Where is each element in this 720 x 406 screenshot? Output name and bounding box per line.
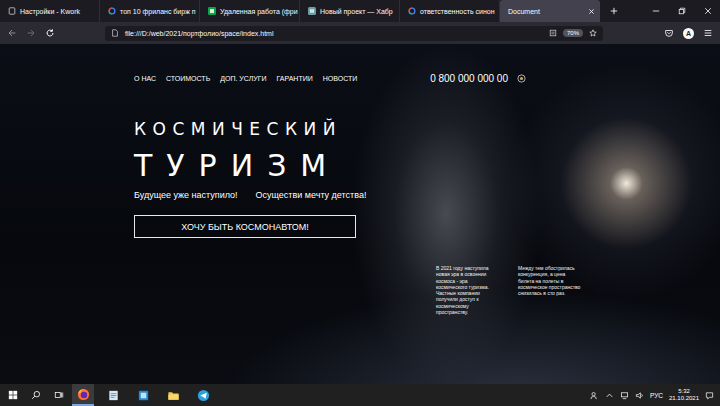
- firefox-icon: [77, 388, 90, 401]
- system-tray: РУС 5:32 21.10.2021: [590, 388, 720, 403]
- tab-label: Удаленная работа (фри: [220, 8, 298, 15]
- taskbar-app[interactable]: [72, 384, 94, 406]
- bookmark-star-icon[interactable]: [589, 29, 597, 37]
- cta-button[interactable]: ХОЧУ БЫТЬ КОСМОНАВТОМ!: [134, 215, 356, 238]
- taskbar: РУС 5:32 21.10.2021: [0, 384, 720, 406]
- browser-tab[interactable]: ответственность синон: [400, 0, 500, 22]
- tab-label: Настройки - Kwork: [20, 8, 94, 15]
- restore-icon[interactable]: [678, 7, 686, 15]
- close-window-icon[interactable]: [704, 7, 712, 15]
- browser-tab[interactable]: Document: [500, 0, 600, 22]
- address-bar[interactable]: file:///D:/web/2021/портфолио/space/inde…: [105, 26, 603, 41]
- telegram-icon: [197, 389, 210, 402]
- input-language[interactable]: РУС: [650, 392, 663, 399]
- back-arrow-icon[interactable]: [7, 28, 17, 38]
- new-tab-icon[interactable]: [610, 7, 618, 15]
- folder-icon: [167, 389, 180, 402]
- clock[interactable]: 5:32 21.10.2021: [669, 388, 699, 403]
- notepad-icon: [107, 389, 120, 402]
- browser-tab[interactable]: Настройки - Kwork: [0, 0, 100, 22]
- hero-title-line: ТУРИЗМ: [134, 151, 342, 181]
- nav-link[interactable]: ДОП. УСЛУГИ: [220, 75, 266, 82]
- tagline: Будущее уже наступило!: [134, 190, 238, 200]
- nav-toolbar: file:///D:/web/2021/портфолио/space/inde…: [0, 22, 720, 44]
- clock-time: 5:32: [678, 388, 690, 396]
- taskbar-app[interactable]: [132, 384, 154, 406]
- window-controls: [652, 0, 720, 22]
- hero-title-line: КОСМИЧЕСКИЙ: [134, 121, 342, 138]
- tagline: Осуществи мечту детства!: [256, 190, 367, 200]
- clock-date: 21.10.2021: [669, 395, 699, 403]
- callback-icon[interactable]: [517, 74, 526, 83]
- minimize-icon[interactable]: [652, 7, 660, 15]
- people-icon[interactable]: [590, 391, 599, 400]
- site-header: О НАС СТОИМОСТЬ ДОП. УСЛУГИ ГАРАНТИИ НОВОСТИ…: [134, 73, 526, 84]
- tab-label: топ 10 фриланс бирж п: [120, 8, 196, 15]
- fl-logo-icon: [208, 7, 216, 15]
- tab-label: Document: [508, 8, 584, 15]
- taskbar-app[interactable]: [162, 384, 184, 406]
- url-text: file:///D:/web/2021/портфолио/space/inde…: [125, 30, 273, 37]
- taskbar-app[interactable]: [192, 384, 214, 406]
- screen: Настройки - Kwork топ 10 фриланс бирж п …: [0, 0, 720, 406]
- site-nav: О НАС СТОИМОСТЬ ДОП. УСЛУГИ ГАРАНТИИ НОВОСТИ: [134, 75, 357, 82]
- info-paragraph: Между тем обострилась конкуренция, а цен…: [518, 265, 582, 315]
- hero-title: КОСМИЧЕСКИЙ ТУРИЗМ: [134, 121, 342, 181]
- phone-number[interactable]: 0 800 000 000 00: [430, 73, 508, 84]
- forward-arrow-icon[interactable]: [26, 28, 36, 38]
- task-view-icon[interactable]: [54, 390, 64, 400]
- pocket-icon[interactable]: [664, 28, 674, 38]
- network-icon[interactable]: [620, 391, 629, 400]
- account-button[interactable]: A: [683, 28, 694, 39]
- search-icon[interactable]: [31, 390, 41, 400]
- nav-link[interactable]: НОВОСТИ: [323, 75, 358, 82]
- taskbar-app[interactable]: [102, 384, 124, 406]
- nav-link[interactable]: ГАРАНТИИ: [277, 75, 313, 82]
- reload-icon[interactable]: [45, 28, 55, 38]
- page-icon: [8, 7, 16, 15]
- menu-icon[interactable]: [703, 28, 713, 38]
- google-icon: [108, 7, 116, 15]
- browser-tab[interactable]: топ 10 фриланс бирж п: [100, 0, 200, 22]
- tab-bar: Настройки - Kwork топ 10 фриланс бирж п …: [0, 0, 720, 22]
- browser-tab[interactable]: Удаленная работа (фри: [200, 0, 300, 22]
- nav-link[interactable]: О НАС: [134, 75, 156, 82]
- file-icon: [111, 29, 119, 37]
- zoom-badge[interactable]: 70%: [563, 29, 583, 37]
- google-icon: [408, 7, 416, 15]
- tab-label: Новый проект — Хабр: [320, 8, 394, 15]
- browser-tab[interactable]: Новый проект — Хабр: [300, 0, 400, 22]
- nav-link[interactable]: СТОИМОСТЬ: [166, 75, 210, 82]
- tab-label: ответственность синон: [420, 8, 495, 15]
- windows-start-icon[interactable]: [8, 390, 18, 400]
- notifications-icon[interactable]: [705, 391, 714, 400]
- close-tab-icon[interactable]: [588, 8, 595, 15]
- reader-view-icon[interactable]: [549, 29, 557, 37]
- volume-icon[interactable]: [635, 391, 644, 400]
- habr-logo-icon: [308, 7, 316, 15]
- editor-icon: [137, 389, 150, 402]
- hero-photo-background: О НАС СТОИМОСТЬ ДОП. УСЛУГИ ГАРАНТИИ НОВОСТИ…: [0, 44, 720, 384]
- info-paragraph: В 2021 году наступила новая эра в освоен…: [436, 265, 500, 315]
- show-hidden-icon[interactable]: [605, 391, 614, 400]
